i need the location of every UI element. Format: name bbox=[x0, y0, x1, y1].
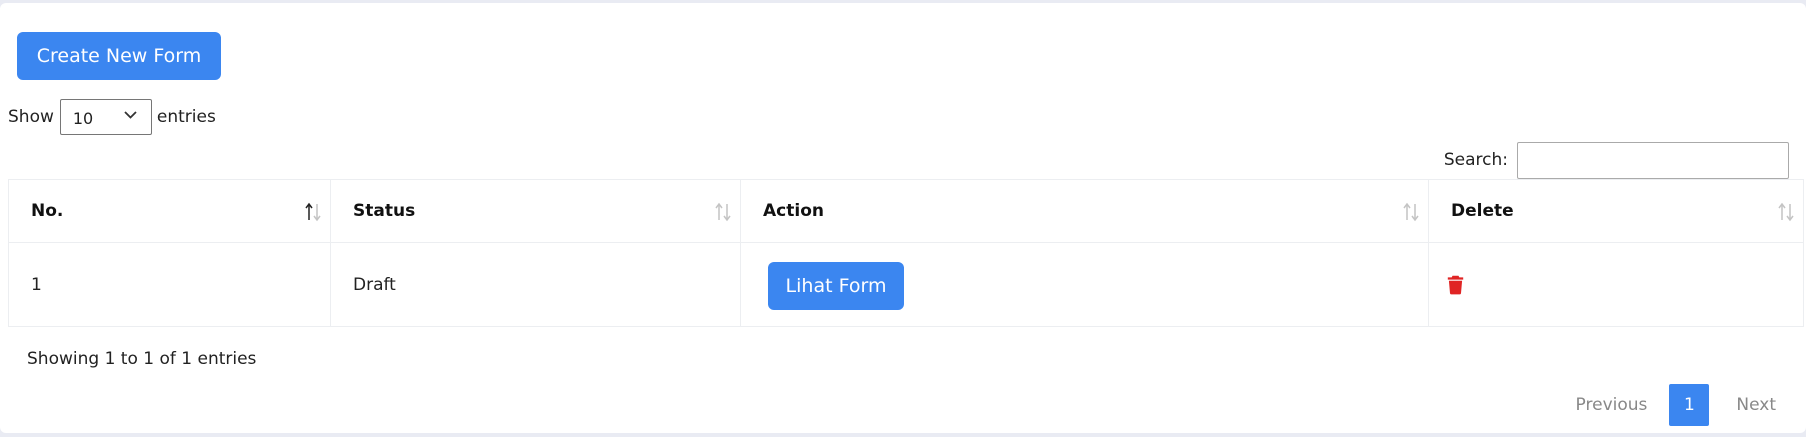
table-info: Showing 1 to 1 of 1 entries bbox=[27, 349, 257, 369]
column-header-label: Action bbox=[763, 201, 824, 221]
table-header-row: No. Status Action Delete bbox=[8, 179, 1804, 243]
previous-page-button[interactable]: Previous bbox=[1563, 384, 1661, 426]
page-1-button[interactable]: 1 bbox=[1669, 384, 1710, 426]
form-list-card: Create New Form Show 10 entries Search: … bbox=[0, 3, 1806, 433]
sort-icon bbox=[715, 202, 731, 222]
create-new-form-button[interactable]: Create New Form bbox=[17, 32, 221, 80]
column-header-label: Delete bbox=[1451, 201, 1514, 221]
entries-per-page-value: 10 bbox=[72, 109, 94, 128]
show-label: Show bbox=[8, 107, 54, 127]
sort-icon bbox=[1403, 202, 1419, 222]
search-label: Search: bbox=[1443, 150, 1508, 170]
next-page-button[interactable]: Next bbox=[1723, 384, 1789, 426]
cell-no: 1 bbox=[8, 242, 331, 327]
cell-action: Lihat Form bbox=[740, 242, 1429, 327]
column-header-label: Status bbox=[353, 201, 416, 221]
search-input[interactable] bbox=[1517, 141, 1789, 179]
forms-table: No. Status Action Delete 1 Draft Lihat F… bbox=[8, 179, 1804, 327]
sort-ascending-icon bbox=[305, 202, 321, 222]
search-control: Search: bbox=[1444, 141, 1789, 179]
column-header-action[interactable]: Action bbox=[740, 179, 1429, 243]
lihat-form-button[interactable]: Lihat Form bbox=[768, 261, 904, 310]
cell-delete bbox=[1428, 242, 1804, 327]
cell-status: Draft bbox=[330, 242, 741, 327]
column-header-delete[interactable]: Delete bbox=[1428, 179, 1804, 243]
column-header-label: No. bbox=[31, 201, 64, 221]
chevron-down-icon bbox=[124, 111, 137, 119]
sort-icon bbox=[1778, 202, 1794, 222]
column-header-no[interactable]: No. bbox=[8, 179, 331, 243]
trash-icon[interactable] bbox=[1447, 275, 1464, 295]
table-row: 1 Draft Lihat Form bbox=[8, 242, 1804, 327]
pagination: Previous 1 Next bbox=[1563, 384, 1789, 426]
entries-label: entries bbox=[156, 107, 216, 127]
column-header-status[interactable]: Status bbox=[330, 179, 741, 243]
entries-length-control: Show 10 entries bbox=[8, 98, 216, 136]
entries-per-page-select[interactable]: 10 bbox=[59, 99, 152, 135]
